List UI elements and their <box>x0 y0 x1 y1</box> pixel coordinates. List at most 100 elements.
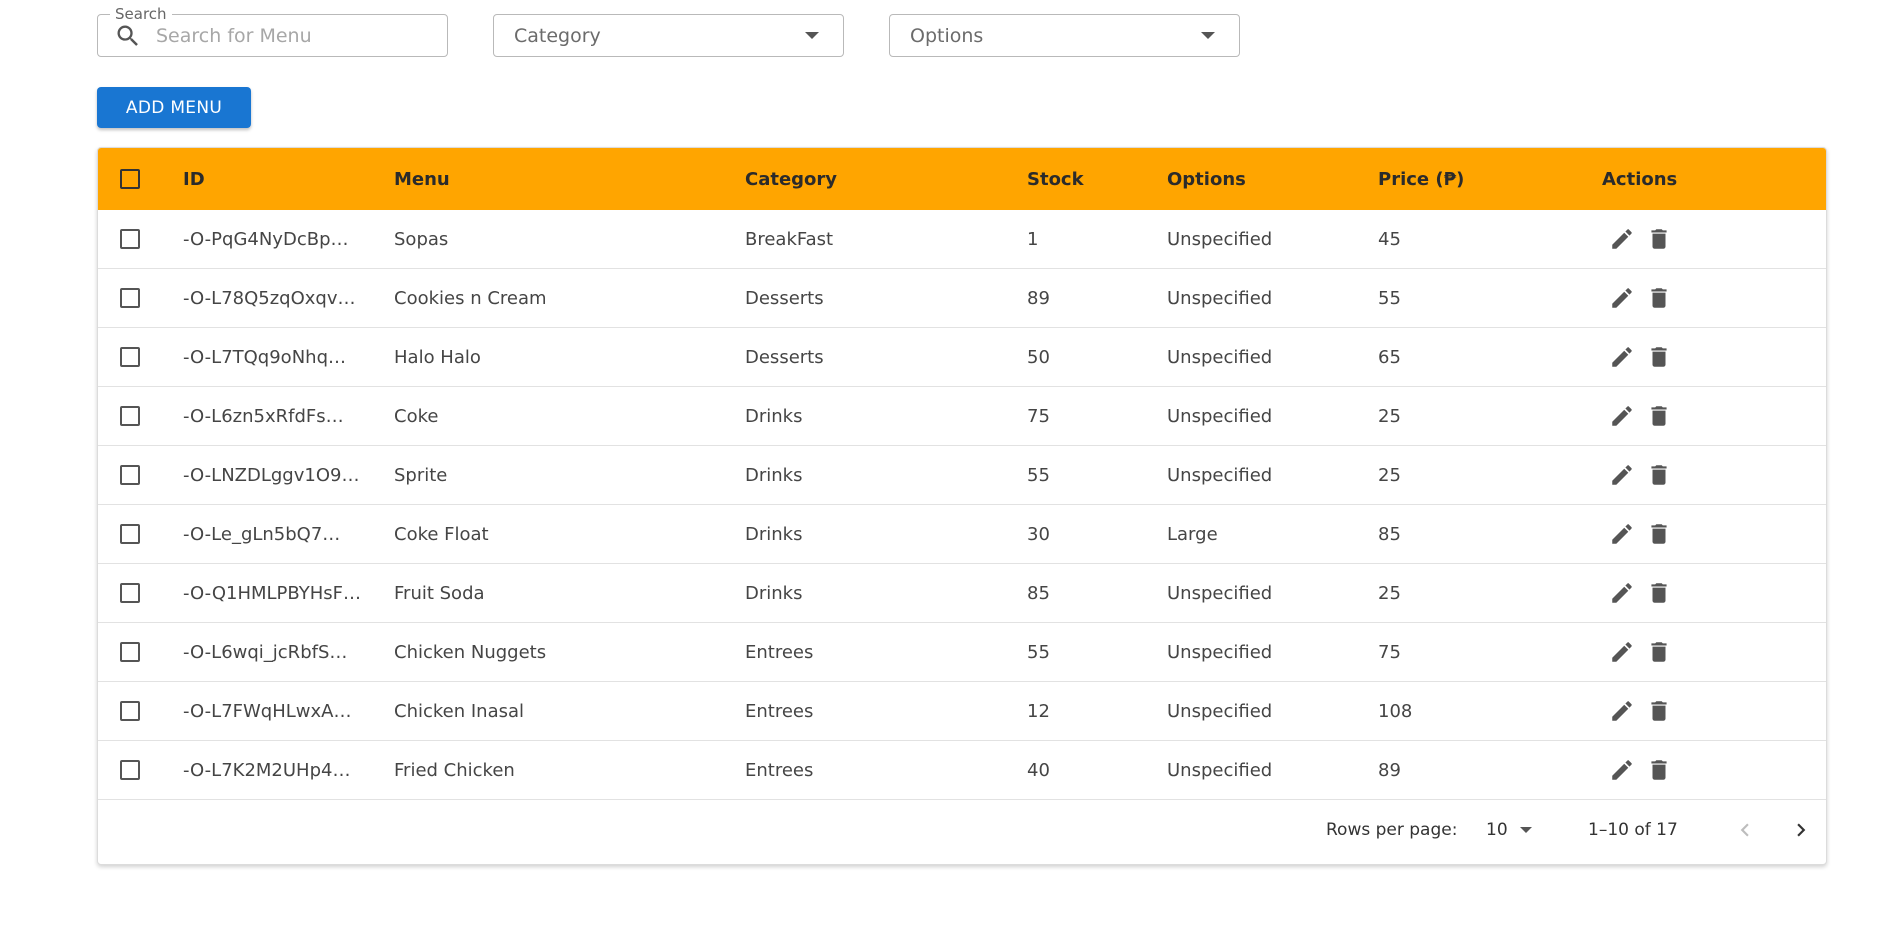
row-checkbox-cell <box>120 446 150 504</box>
table-row[interactable]: -O-PqG4NyDcBp… Sopas BreakFast 1 Unspecified… <box>98 210 1826 269</box>
next-page-button[interactable] <box>1788 798 1814 862</box>
cell-id: -O-L6wqi_jcRbfS… <box>183 623 373 681</box>
trash-icon[interactable] <box>1646 403 1672 429</box>
pencil-icon[interactable] <box>1609 226 1635 252</box>
pencil-icon[interactable] <box>1609 698 1635 724</box>
cell-actions <box>1602 741 1752 799</box>
row-checkbox-cell <box>120 387 150 445</box>
row-checkbox[interactable] <box>120 701 140 721</box>
filter-bar: Search Category Options <box>97 6 1240 57</box>
pencil-icon[interactable] <box>1609 344 1635 370</box>
table-row[interactable]: -O-LNZDLggv1O9… Sprite Drinks 55 Unspecified… <box>98 446 1826 505</box>
cell-price: 85 <box>1378 523 1401 545</box>
trash-icon[interactable] <box>1646 521 1672 547</box>
cell-id: -O-L7TQq9oNhq… <box>183 328 373 386</box>
add-menu-button[interactable]: ADD MENU <box>97 87 251 128</box>
column-header-options[interactable]: Options <box>1167 148 1357 210</box>
cell-stock: 55 <box>1027 464 1050 486</box>
row-checkbox[interactable] <box>120 524 140 544</box>
trash-icon[interactable] <box>1646 226 1672 252</box>
table-row[interactable]: -O-Q1HMLPBYHsF… Fruit Soda Drinks 85 Unspeci… <box>98 564 1826 623</box>
pencil-icon[interactable] <box>1609 403 1635 429</box>
row-checkbox[interactable] <box>120 583 140 603</box>
column-header-id[interactable]: ID <box>183 148 373 210</box>
cell-stock: 30 <box>1027 523 1050 545</box>
table-header: ID Menu Category Stock Options Price (₱)… <box>98 148 1826 210</box>
pencil-icon[interactable] <box>1609 580 1635 606</box>
cell-actions <box>1602 387 1752 445</box>
pencil-icon[interactable] <box>1609 639 1635 665</box>
trash-icon[interactable] <box>1646 285 1672 311</box>
row-checkbox[interactable] <box>120 288 140 308</box>
table-row[interactable]: -O-L6wqi_jcRbfS… Chicken Nuggets Entrees 55… <box>98 623 1826 682</box>
table-row[interactable]: -O-L78Q5zqOxqv… Cookies n Cream Desserts 89… <box>98 269 1826 328</box>
cell-actions <box>1602 328 1752 386</box>
cell-menu: Chicken Inasal <box>394 700 525 722</box>
cell-stock: 40 <box>1027 759 1050 781</box>
cell-category: Drinks <box>745 523 803 545</box>
cell-category: Drinks <box>745 405 803 427</box>
trash-icon[interactable] <box>1646 462 1672 488</box>
table-row[interactable]: -O-L7TQq9oNhq… Halo Halo Desserts 50 Unspeci… <box>98 328 1826 387</box>
row-checkbox[interactable] <box>120 406 140 426</box>
trash-icon[interactable] <box>1646 757 1672 783</box>
dropdown-caret-icon <box>1201 32 1215 39</box>
trash-icon[interactable] <box>1646 639 1672 665</box>
row-checkbox-cell <box>120 328 150 386</box>
cell-price: 89 <box>1378 759 1401 781</box>
cell-category: Entrees <box>745 700 814 722</box>
previous-page-button[interactable] <box>1732 798 1758 862</box>
category-select[interactable]: Category <box>493 14 844 57</box>
cell-price: 65 <box>1378 346 1401 368</box>
row-checkbox-cell <box>120 505 150 563</box>
header-checkbox-cell <box>120 148 150 210</box>
column-header-price[interactable]: Price (₱) <box>1378 148 1578 210</box>
rows-per-page-select[interactable]: 10 <box>1486 798 1536 862</box>
cell-id-text: -O-L6wqi_jcRbfS… <box>183 641 348 663</box>
cell-category: Desserts <box>745 287 824 309</box>
row-checkbox[interactable] <box>120 229 140 249</box>
cell-price: 55 <box>1378 287 1401 309</box>
chevron-left-icon <box>1740 823 1749 837</box>
cell-actions <box>1602 269 1752 327</box>
column-header-stock[interactable]: Stock <box>1027 148 1147 210</box>
category-select-value: Category <box>514 24 601 47</box>
cell-price: 45 <box>1378 228 1401 250</box>
cell-id: -O-L78Q5zqOxqv… <box>183 269 373 327</box>
table-row[interactable]: -O-Le_gLn5bQ7… Coke Float Drinks 30 Large 85 <box>98 505 1826 564</box>
row-checkbox[interactable] <box>120 760 140 780</box>
table-row[interactable]: -O-L7FWqHLwxA… Chicken Inasal Entrees 12 Uns… <box>98 682 1826 741</box>
cell-id-text: -O-L78Q5zqOxqv… <box>183 287 356 309</box>
cell-options: Unspecified <box>1167 700 1273 722</box>
cell-price: 25 <box>1378 464 1401 486</box>
table-row[interactable]: -O-L7K2M2UHp4… Fried Chicken Entrees 40 Unsp… <box>98 741 1826 800</box>
row-checkbox[interactable] <box>120 347 140 367</box>
pencil-icon[interactable] <box>1609 521 1635 547</box>
cell-id-text: -O-Q1HMLPBYHsF… <box>183 582 362 604</box>
pencil-icon[interactable] <box>1609 757 1635 783</box>
cell-actions <box>1602 210 1752 268</box>
trash-icon[interactable] <box>1646 698 1672 724</box>
row-checkbox-cell <box>120 564 150 622</box>
cell-options: Unspecified <box>1167 582 1273 604</box>
row-checkbox-cell <box>120 623 150 681</box>
cell-options: Unspecified <box>1167 346 1273 368</box>
pencil-icon[interactable] <box>1609 462 1635 488</box>
cell-stock: 12 <box>1027 700 1050 722</box>
pencil-icon[interactable] <box>1609 285 1635 311</box>
trash-icon[interactable] <box>1646 580 1672 606</box>
search-input[interactable] <box>156 24 416 47</box>
cell-actions <box>1602 623 1752 681</box>
rows-per-page-value: 10 <box>1486 820 1508 840</box>
row-checkbox[interactable] <box>120 465 140 485</box>
select-all-checkbox[interactable] <box>120 169 140 189</box>
trash-icon[interactable] <box>1646 344 1672 370</box>
table-row[interactable]: -O-L6zn5xRfdFs… Coke Drinks 75 Unspecified 25 <box>98 387 1826 446</box>
page: Search Category Options ADD MENU <box>0 0 1901 926</box>
cell-actions <box>1602 682 1752 740</box>
row-checkbox[interactable] <box>120 642 140 662</box>
column-header-menu[interactable]: Menu <box>394 148 724 210</box>
options-select[interactable]: Options <box>889 14 1240 57</box>
column-header-category[interactable]: Category <box>745 148 1005 210</box>
search-field[interactable]: Search <box>97 6 448 57</box>
